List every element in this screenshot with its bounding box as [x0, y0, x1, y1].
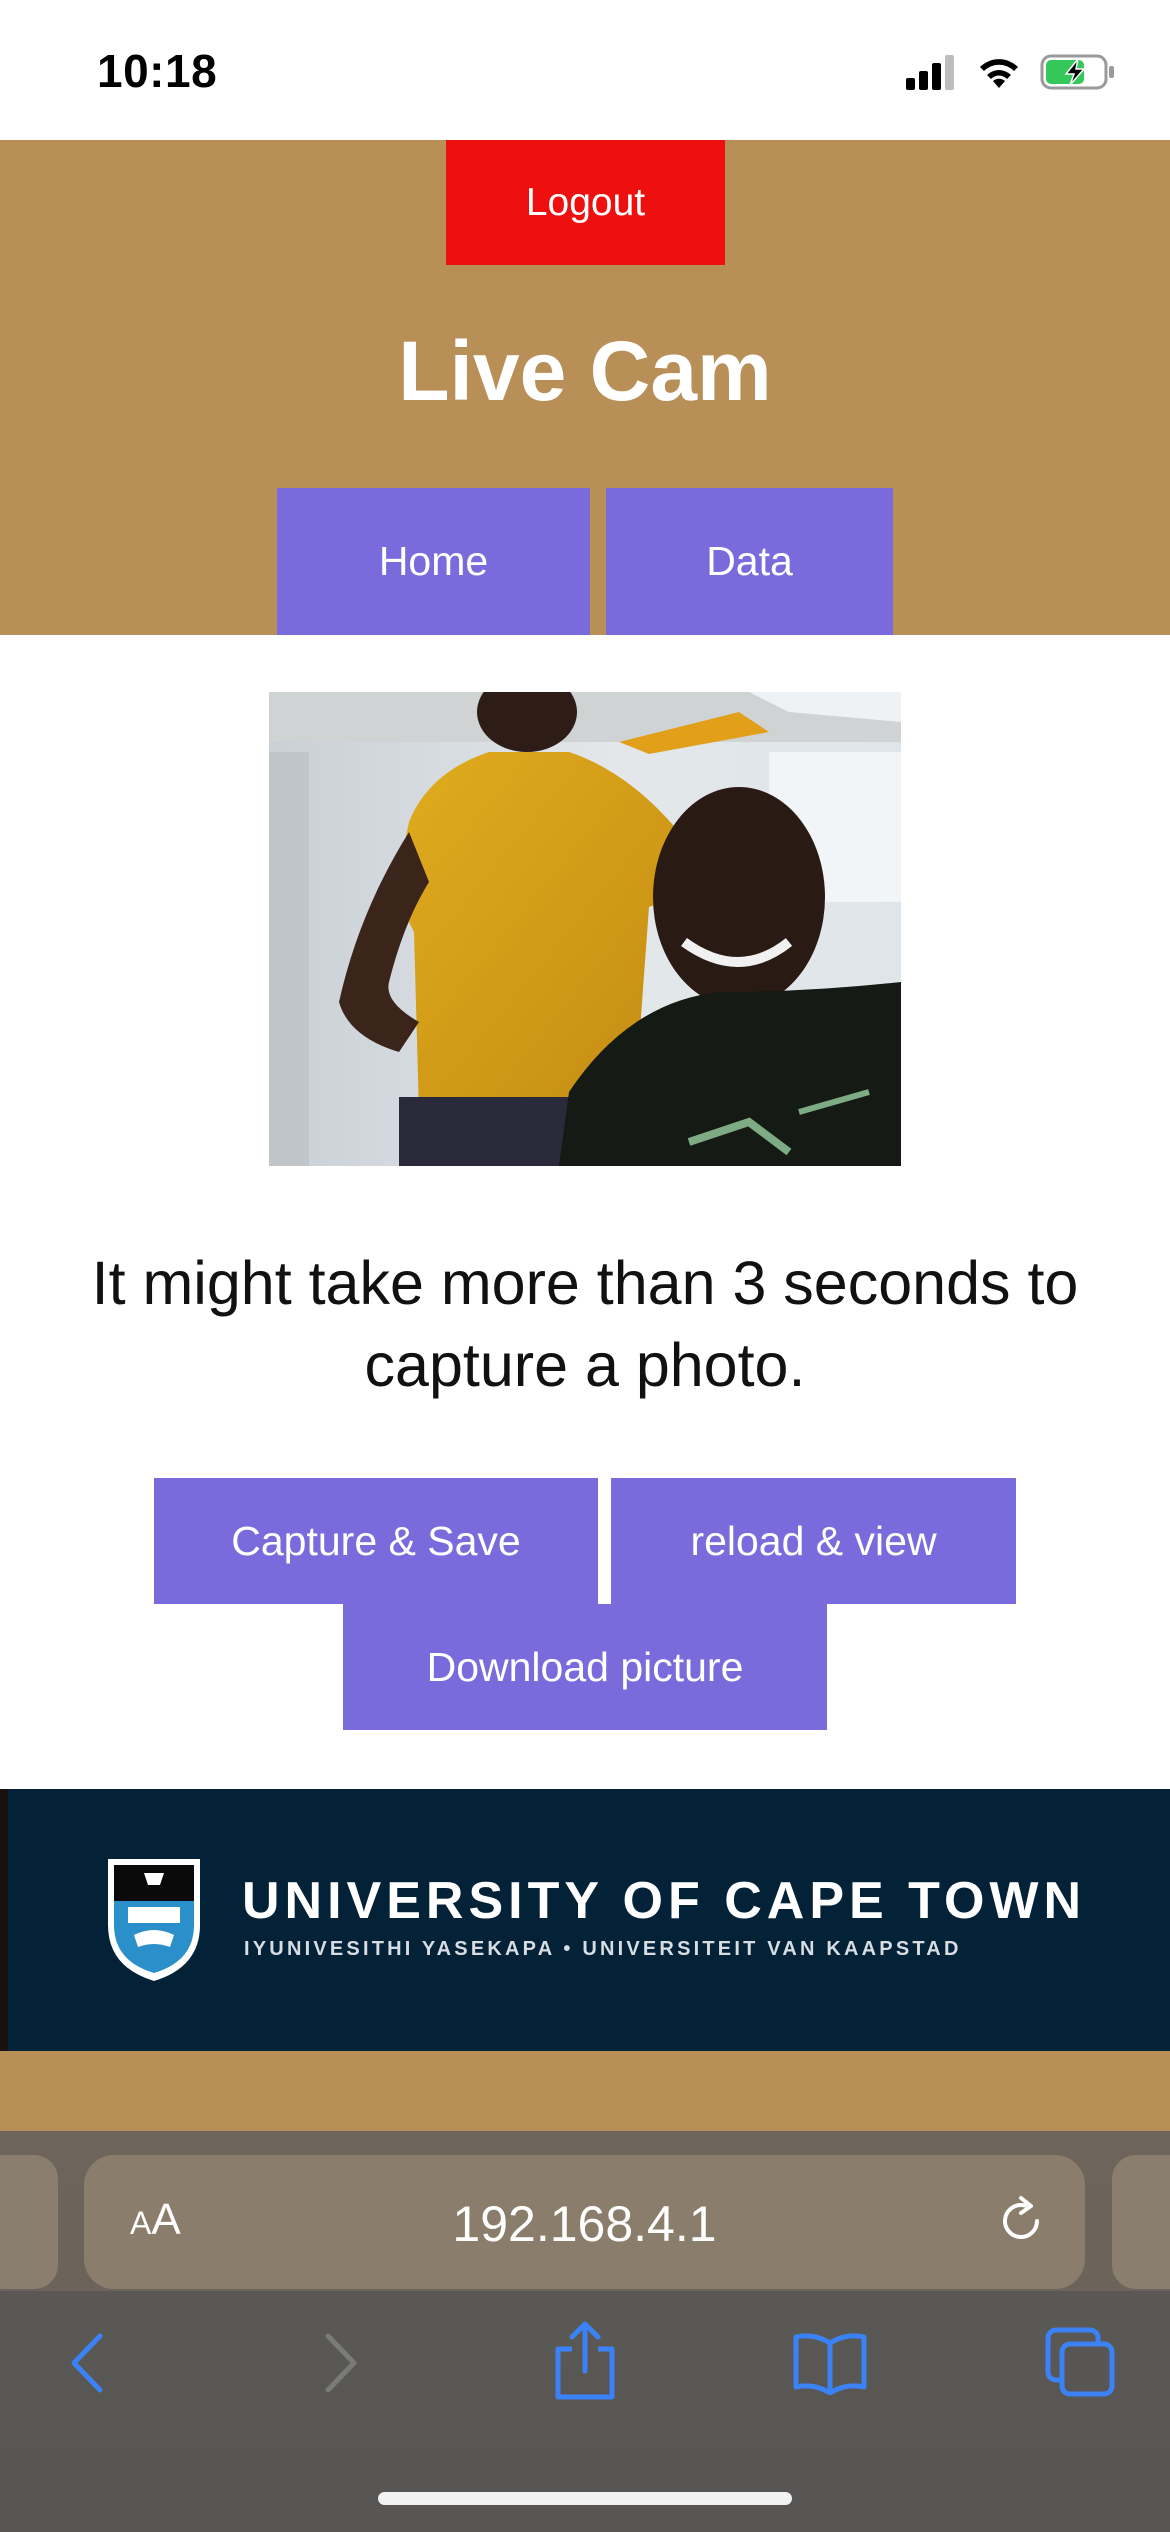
previous-tab-pill[interactable] — [0, 2155, 58, 2289]
page-footer-strip — [0, 2051, 1170, 2131]
uct-subtitle: IYUNIVESITHI YASEKAPA • UNIVERSITEIT VAN… — [244, 1938, 962, 1960]
back-icon[interactable] — [62, 2328, 112, 2398]
page-title: Live Cam — [398, 324, 772, 418]
capture-notice: It might take more than 3 seconds to cap… — [91, 1249, 1079, 1399]
next-tab-pill[interactable] — [1112, 2155, 1170, 2289]
signal-icon — [906, 55, 954, 90]
site-header: Logout Live Cam Home Data — [0, 140, 1170, 635]
nav-data-button[interactable]: Data — [606, 488, 893, 635]
banner-edge — [0, 1789, 8, 2051]
home-indicator[interactable] — [378, 2492, 792, 2505]
tabs-icon[interactable] — [1044, 2326, 1116, 2398]
uct-title: UNIVERSITY OF CAPE TOWN — [242, 1872, 1087, 1930]
battery-charging-icon — [1040, 54, 1114, 90]
share-icon[interactable] — [550, 2319, 620, 2403]
forward-icon[interactable] — [316, 2328, 366, 2398]
reload-icon[interactable] — [995, 2195, 1047, 2247]
url-text: 192.168.4.1 — [452, 2196, 717, 2252]
download-picture-button[interactable]: Download picture — [343, 1604, 827, 1730]
browser-toolbar: AA 192.168.4.1 — [0, 2131, 1170, 2532]
capture-save-button[interactable]: Capture & Save — [154, 1478, 598, 1604]
uct-shield-icon — [108, 1859, 200, 1981]
logout-button[interactable]: Logout — [446, 140, 725, 265]
nav-home-button[interactable]: Home — [277, 488, 590, 635]
bookmarks-icon[interactable] — [792, 2331, 868, 2395]
status-time: 10:18 — [97, 45, 218, 97]
status-icons — [904, 50, 1116, 94]
reload-view-button[interactable]: reload & view — [611, 1478, 1016, 1604]
wifi-icon — [980, 59, 1018, 88]
uct-banner: UNIVERSITY OF CAPE TOWN IYUNIVESITHI YAS… — [0, 1789, 1170, 2051]
address-bar[interactable]: AA 192.168.4.1 — [84, 2155, 1085, 2289]
live-camera-photo — [269, 692, 901, 1166]
status-bar: 10:18 — [0, 0, 1170, 140]
